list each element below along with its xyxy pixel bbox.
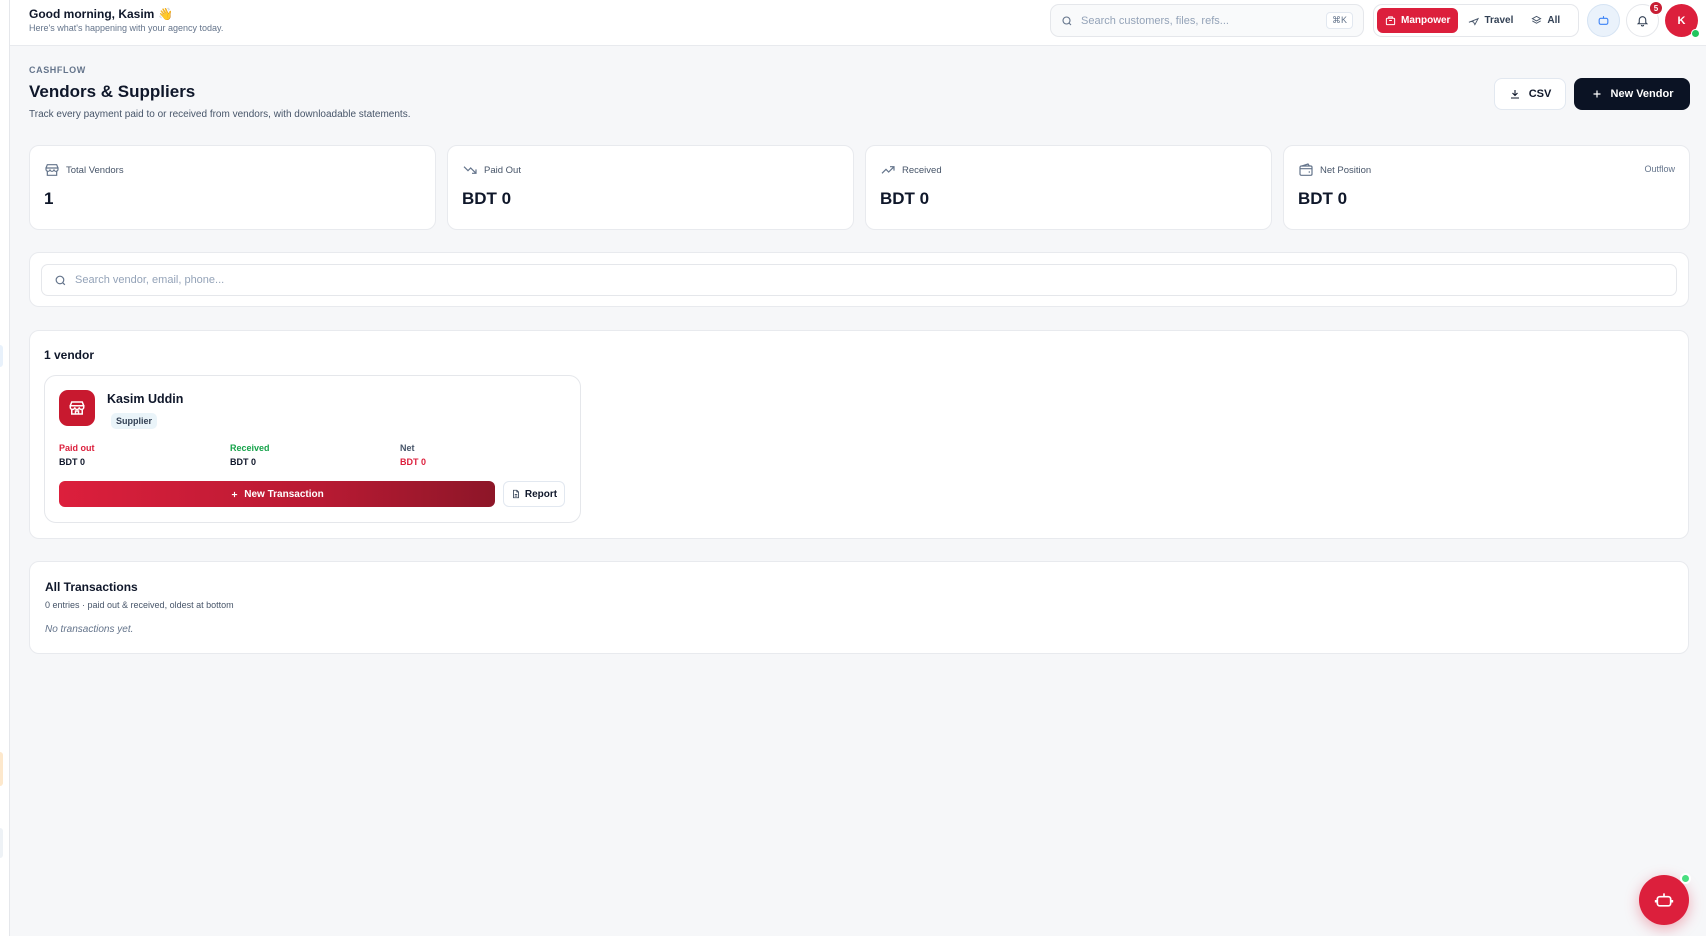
stat-header: Total Vendors bbox=[44, 162, 124, 178]
stat-value: BDT 0 bbox=[462, 189, 512, 208]
segment-label: Manpower bbox=[1401, 15, 1451, 26]
received-label: Received bbox=[230, 443, 270, 453]
segment-label: Travel bbox=[1484, 15, 1514, 26]
stat-card-total-vendors: Total Vendors 1 bbox=[29, 145, 436, 230]
received-value: BDT 0 bbox=[230, 457, 257, 467]
bot-icon bbox=[1654, 890, 1674, 910]
plus-icon bbox=[1591, 88, 1603, 100]
vendors-count: 1 vendor bbox=[44, 348, 95, 362]
segment-travel[interactable]: Travel bbox=[1460, 8, 1521, 33]
trending-up-icon bbox=[880, 162, 896, 178]
transactions-title: All Transactions bbox=[45, 580, 138, 594]
search-icon bbox=[1061, 15, 1073, 27]
top-bar: Good morning, Kasim 👋 Here's what's happ… bbox=[10, 0, 1706, 46]
position-tag: Outflow bbox=[1644, 164, 1675, 174]
segment-all[interactable]: All bbox=[1523, 8, 1568, 33]
global-search-input[interactable] bbox=[1081, 14, 1326, 27]
plane-icon bbox=[1468, 15, 1480, 26]
paid-out-value: BDT 0 bbox=[59, 457, 86, 467]
wallet-icon bbox=[1298, 162, 1314, 178]
page-subtitle: Track every payment paid to or received … bbox=[29, 109, 411, 120]
vendor-received: Received BDT 0 bbox=[230, 443, 270, 467]
vendor-search[interactable] bbox=[41, 264, 1677, 296]
store-icon bbox=[68, 399, 86, 417]
filter-panel bbox=[29, 252, 1689, 307]
rail-indicator bbox=[0, 752, 3, 786]
new-transaction-label: New Transaction bbox=[244, 488, 324, 500]
paid-out-label: Paid out bbox=[59, 443, 95, 453]
segment-manpower[interactable]: Manpower bbox=[1377, 8, 1459, 33]
segment-label: All bbox=[1547, 15, 1561, 26]
vendor-avatar bbox=[59, 390, 95, 426]
vendor-search-input[interactable] bbox=[75, 274, 1664, 286]
file-icon bbox=[511, 489, 521, 499]
notifications-button[interactable]: 5 bbox=[1626, 1, 1663, 37]
rail-indicator bbox=[0, 345, 3, 367]
vendor-type-badge: Supplier bbox=[111, 413, 158, 429]
sidebar-rail bbox=[0, 0, 10, 936]
net-label: Net bbox=[400, 443, 415, 453]
building-icon bbox=[1385, 15, 1396, 26]
vendor-paid-out: Paid out BDT 0 bbox=[59, 443, 95, 467]
bell-icon bbox=[1636, 14, 1649, 27]
vendor-card[interactable]: Kasim Uddin Supplier Paid out BDT 0 Rece… bbox=[44, 375, 581, 523]
stat-label: Total Vendors bbox=[66, 164, 124, 176]
stat-value: BDT 0 bbox=[880, 189, 930, 208]
vendors-panel: 1 vendor Kasim Uddin Supplier Paid out B… bbox=[29, 330, 1689, 539]
notification-badge: 5 bbox=[1649, 1, 1663, 15]
stat-value: BDT 0 bbox=[1298, 189, 1348, 208]
stat-card-received: Received BDT 0 bbox=[865, 145, 1272, 230]
plus-icon bbox=[230, 490, 239, 499]
vendor-name: Kasim Uddin bbox=[107, 392, 184, 406]
workspace-switcher: Manpower Travel All bbox=[1373, 4, 1579, 37]
stat-card-paid-out: Paid Out BDT 0 bbox=[447, 145, 854, 230]
search-icon bbox=[54, 274, 67, 287]
avatar[interactable]: K bbox=[1665, 4, 1700, 38]
stat-header: Received bbox=[880, 162, 942, 178]
report-button[interactable]: Report bbox=[503, 481, 565, 507]
stat-header: Paid Out bbox=[462, 162, 521, 178]
bot-icon bbox=[1597, 14, 1610, 27]
export-csv-button[interactable]: CSV bbox=[1494, 78, 1566, 110]
vendor-net: Net BDT 0 bbox=[400, 443, 426, 467]
stat-card-net-position: Net Position Outflow BDT 0 bbox=[1283, 145, 1690, 230]
section-eyebrow: CASHFLOW bbox=[29, 65, 86, 75]
greeting-text: Good morning, Kasim bbox=[29, 7, 155, 21]
stat-label: Received bbox=[902, 164, 942, 176]
greeting: Good morning, Kasim 👋 Here's what's happ… bbox=[29, 7, 223, 33]
transactions-empty-state: No transactions yet. bbox=[45, 624, 134, 635]
page-title: Vendors & Suppliers bbox=[29, 82, 196, 101]
csv-label: CSV bbox=[1528, 88, 1552, 100]
report-label: Report bbox=[524, 488, 558, 500]
search-shortcut: ⌘K bbox=[1325, 12, 1353, 29]
new-vendor-button[interactable]: New Vendor bbox=[1574, 78, 1690, 110]
online-indicator bbox=[1691, 29, 1700, 38]
stat-label: Net Position bbox=[1320, 164, 1372, 176]
avatar-initial: K bbox=[1677, 14, 1686, 27]
assistant-button[interactable] bbox=[1587, 4, 1620, 37]
stat-value: 1 bbox=[44, 189, 54, 208]
assistant-fab[interactable] bbox=[1639, 873, 1691, 925]
greeting-title: Good morning, Kasim 👋 bbox=[29, 7, 223, 21]
greeting-subtitle: Here's what's happening with your agency… bbox=[29, 23, 224, 33]
net-value: BDT 0 bbox=[400, 457, 427, 467]
trending-down-icon bbox=[462, 162, 478, 178]
stat-label: Paid Out bbox=[484, 164, 521, 176]
layers-icon bbox=[1531, 15, 1542, 26]
transactions-panel: All Transactions 0 entries · paid out & … bbox=[29, 561, 1689, 654]
wave-emoji: 👋 bbox=[158, 7, 174, 21]
new-vendor-label: New Vendor bbox=[1610, 88, 1674, 100]
stat-header: Net Position bbox=[1298, 162, 1371, 178]
new-transaction-button[interactable]: New Transaction bbox=[59, 481, 495, 507]
download-icon bbox=[1509, 88, 1521, 100]
store-icon bbox=[44, 162, 60, 178]
online-indicator bbox=[1680, 873, 1691, 884]
global-search[interactable]: ⌘K bbox=[1050, 4, 1364, 37]
transactions-subtitle: 0 entries · paid out & received, oldest … bbox=[45, 600, 234, 610]
rail-indicator bbox=[0, 828, 3, 858]
